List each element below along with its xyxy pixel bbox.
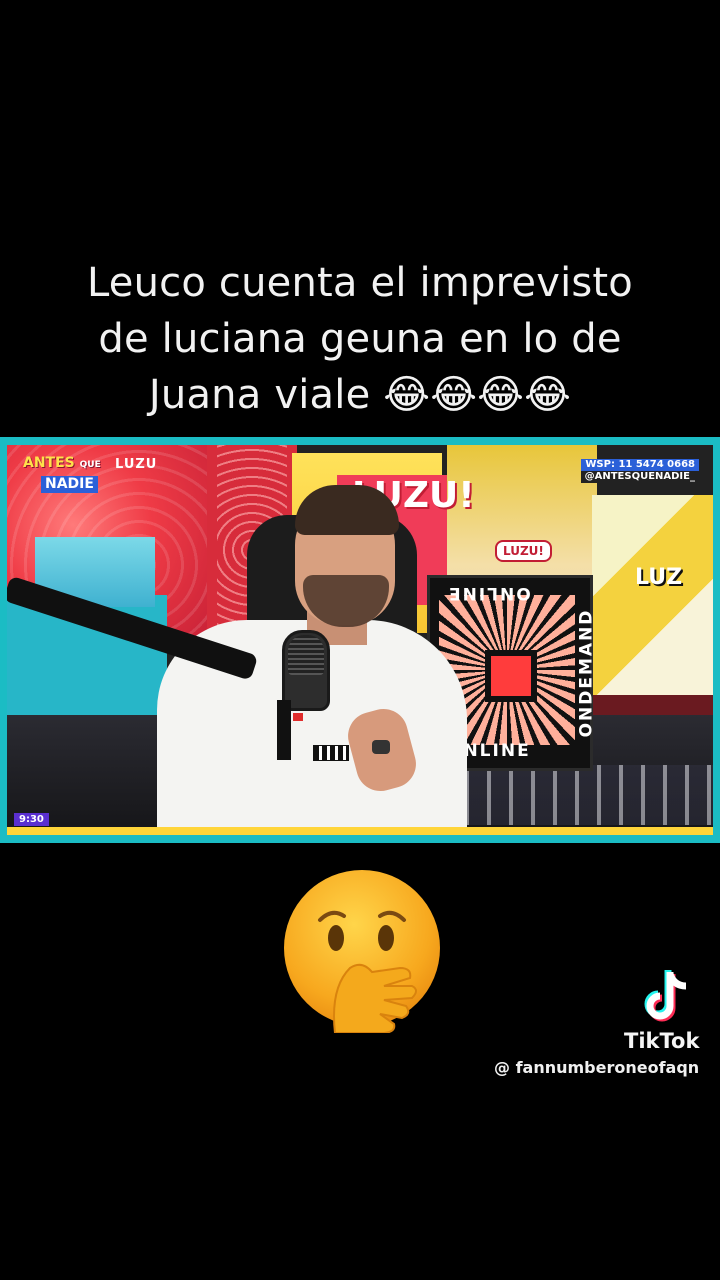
- lower-third-bar: [7, 827, 713, 835]
- handle-line: @ANTESQUENADIE_: [580, 471, 699, 483]
- tiktok-logo-icon: [644, 970, 687, 1022]
- phone-line: WSP: 11 5474 0668: [581, 459, 699, 471]
- studio-right-panel: [592, 495, 713, 715]
- tiktok-wordmark: TikTok: [624, 1029, 700, 1053]
- video-frame[interactable]: LUZU! LUZU! LUZ ONLINE ONLINE ONDEMAND A…: [7, 445, 713, 835]
- ondemand-text-side: ONDEMAND: [576, 608, 597, 738]
- ondemand-text-top: ONLINE: [447, 583, 531, 603]
- microphone-light: [293, 713, 303, 721]
- hand-over-mouth-face-icon: [284, 870, 440, 1033]
- caption-line-2: de luciana geuna en lo de: [98, 316, 622, 362]
- caption-line-3: Juana viale 😂😂😂😂: [148, 372, 572, 418]
- tiktok-username: @ fannumberoneofaqn: [494, 1058, 700, 1077]
- microphone-stand: [277, 700, 291, 760]
- video-caption: Leuco cuenta el imprevisto de luciana ge…: [0, 255, 720, 423]
- microphone-grill: [288, 635, 324, 675]
- set-right-sign: LUZ: [635, 565, 683, 590]
- set-small-sign: LUZU!: [495, 540, 552, 562]
- time-badge: 9:30: [14, 813, 49, 826]
- host-ring: [372, 740, 390, 754]
- show-logo-nadie: NADIE: [41, 476, 98, 493]
- caption-line-1: Leuco cuenta el imprevisto: [86, 260, 633, 306]
- studio-desk: [447, 765, 713, 825]
- video-clip[interactable]: LUZU! LUZU! LUZ ONLINE ONLINE ONDEMAND A…: [0, 437, 720, 843]
- host-hair: [295, 485, 399, 535]
- contact-overlay: WSP: 11 5474 0668 @ANTESQUENADIE_: [580, 459, 699, 483]
- show-logo-que: QUE: [79, 460, 101, 470]
- channel-brand: LUZU: [115, 457, 158, 472]
- ondemand-core: [485, 650, 537, 702]
- show-logo-top: ANTES QUE: [23, 455, 118, 473]
- shirt-logo: [313, 745, 349, 761]
- show-logo-antes: ANTES: [23, 455, 75, 471]
- show-logo: ANTES QUE NADIE: [23, 455, 118, 503]
